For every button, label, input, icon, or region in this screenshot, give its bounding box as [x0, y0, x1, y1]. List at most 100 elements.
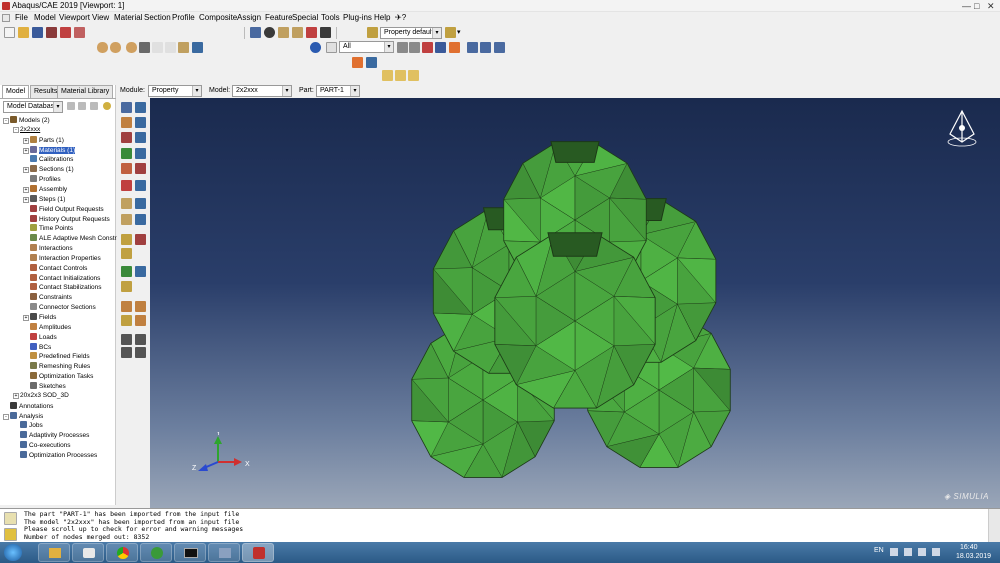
menu-item[interactable]: Material [114, 13, 142, 22]
toolbox-tool-icon[interactable] [121, 198, 132, 209]
render-style-icon[interactable] [367, 27, 378, 38]
tree-filter-icon[interactable] [67, 102, 75, 110]
save-icon[interactable] [32, 27, 43, 38]
taskbar-cmd[interactable] [174, 543, 206, 562]
toolbox-tool-icon[interactable] [121, 132, 132, 143]
menu-item[interactable]: Model [34, 13, 56, 22]
expand-icon[interactable]: + [13, 392, 19, 399]
viewport-layout-icon[interactable] [366, 57, 377, 68]
menu-item[interactable]: View [92, 13, 109, 22]
pan-icon[interactable] [250, 27, 261, 38]
instance-copy-icon[interactable] [110, 42, 121, 53]
open-folder-icon[interactable] [18, 27, 29, 38]
toolbox-tool-icon[interactable] [135, 163, 146, 174]
tree-item[interactable]: Contact Stabilizations [23, 283, 102, 292]
taskbar-chrome[interactable] [106, 543, 138, 562]
undo-icon[interactable] [152, 42, 163, 53]
toolbox-tool-icon[interactable] [121, 347, 132, 358]
tree-item[interactable]: Contact Controls [23, 263, 87, 273]
toolbox-tool-icon[interactable] [121, 148, 132, 159]
view-top-icon[interactable] [408, 70, 419, 81]
tree-item[interactable]: Adaptivity Processes [13, 431, 89, 440]
toolbox-tool-icon[interactable] [121, 248, 132, 259]
tree-item[interactable]: + Sections (1) [23, 165, 74, 174]
toolbox-tool-icon[interactable] [121, 214, 132, 225]
taskbar-abaqus[interactable] [242, 543, 274, 562]
tree-item[interactable]: Annotations [3, 401, 53, 411]
mesh-cell[interactable] [494, 232, 656, 409]
toolbox-tool-icon[interactable] [121, 301, 132, 312]
cycle-views-icon[interactable] [320, 27, 331, 38]
view-settings-icon[interactable] [178, 42, 189, 53]
view-iso-icon[interactable] [382, 70, 393, 81]
tree-item[interactable]: + Materials (1) [23, 145, 76, 155]
render-hidden-icon[interactable] [480, 42, 491, 53]
toolbox-tool-icon[interactable] [121, 117, 132, 128]
tree-item[interactable]: Co-executions [13, 441, 71, 450]
part-instance-icon[interactable] [97, 42, 108, 53]
menu-item[interactable]: Special [292, 13, 318, 22]
toolbox-tool-icon[interactable] [121, 180, 132, 191]
model-select[interactable]: 2x2xxx ▾ [232, 85, 292, 97]
toolbox-tool-icon[interactable] [135, 180, 146, 191]
tray-volume-icon[interactable] [932, 548, 940, 556]
tree-item[interactable]: + Fields [23, 313, 56, 322]
render-style-select[interactable]: Property defaults ▾ [380, 27, 442, 39]
tree-item[interactable]: Predefined Fields [23, 352, 90, 361]
tree-item[interactable]: Amplitudes [23, 322, 71, 332]
toolbox-tool-icon[interactable] [121, 266, 132, 277]
view-front-icon[interactable] [395, 70, 406, 81]
new-file-icon[interactable] [4, 27, 15, 38]
tree-item[interactable]: Calibrations [23, 155, 73, 164]
toolbox-tool-icon[interactable] [135, 117, 146, 128]
menu-item[interactable]: Tools [321, 13, 340, 22]
tree-item[interactable]: Remeshing Rules [23, 362, 90, 371]
redo-icon[interactable] [165, 42, 176, 53]
menu-item[interactable]: Section [144, 13, 171, 22]
tray-arrow-icon[interactable] [890, 548, 898, 556]
menu-item[interactable]: Plug-ins [343, 13, 372, 22]
clock-time[interactable]: 16:40 [960, 544, 978, 551]
toolbox-tool-icon[interactable] [135, 301, 146, 312]
sphere-icon[interactable] [126, 42, 137, 53]
menu-item[interactable]: File [15, 13, 28, 22]
tab-material-library[interactable]: Material Library [57, 85, 114, 98]
display-body-icon[interactable] [445, 27, 456, 38]
replay-icon[interactable] [60, 27, 71, 38]
toolbox-tool-icon[interactable] [121, 281, 132, 292]
taskbar-media[interactable] [72, 543, 104, 562]
tree-item[interactable]: Interaction Properties [23, 253, 101, 263]
menu-item[interactable]: Composite [199, 13, 237, 22]
tree-item[interactable]: Connector Sections [23, 303, 96, 312]
tree-item[interactable]: Constraints [23, 293, 72, 302]
tree-item[interactable]: Contact Initializations [23, 273, 100, 283]
toolbox-tool-icon[interactable] [121, 315, 132, 326]
tree-help-icon[interactable] [103, 102, 111, 110]
expand-icon[interactable]: + [23, 186, 29, 193]
maximize-button[interactable]: □ [974, 1, 979, 11]
toolbox-tool-icon[interactable] [135, 315, 146, 326]
message-scrollbar[interactable] [988, 509, 1000, 543]
menu-item[interactable]: Assign [237, 13, 261, 22]
clock-date[interactable]: 18.03.2019 [956, 553, 991, 560]
viewport-grid-icon[interactable] [192, 42, 203, 53]
tree-item[interactable]: BCs [23, 342, 51, 352]
tree-item[interactable]: +20x2x3 SOD_3D [13, 392, 69, 400]
rotate-icon[interactable] [264, 27, 275, 38]
tree-item[interactable]: Field Output Requests [23, 204, 104, 214]
toolbox-tool-icon[interactable] [135, 102, 146, 113]
taskbar-explorer[interactable] [38, 543, 70, 562]
taskbar-torrent[interactable] [140, 543, 172, 562]
start-button[interactable] [4, 544, 22, 561]
tree-item[interactable]: Sketches [23, 381, 66, 391]
collapse-icon[interactable]: - [13, 126, 19, 133]
toolbox-tool-icon[interactable] [135, 148, 146, 159]
python-console-icon[interactable] [4, 528, 17, 541]
info-icon[interactable] [310, 42, 321, 53]
auto-fit-icon[interactable] [306, 27, 317, 38]
toolbox-tool-icon[interactable] [135, 198, 146, 209]
toolbox-tool-icon[interactable] [135, 234, 146, 245]
expand-icon[interactable]: + [23, 147, 29, 154]
toolbox-tool-icon[interactable] [135, 132, 146, 143]
tree-item[interactable]: - Analysis [3, 411, 43, 421]
